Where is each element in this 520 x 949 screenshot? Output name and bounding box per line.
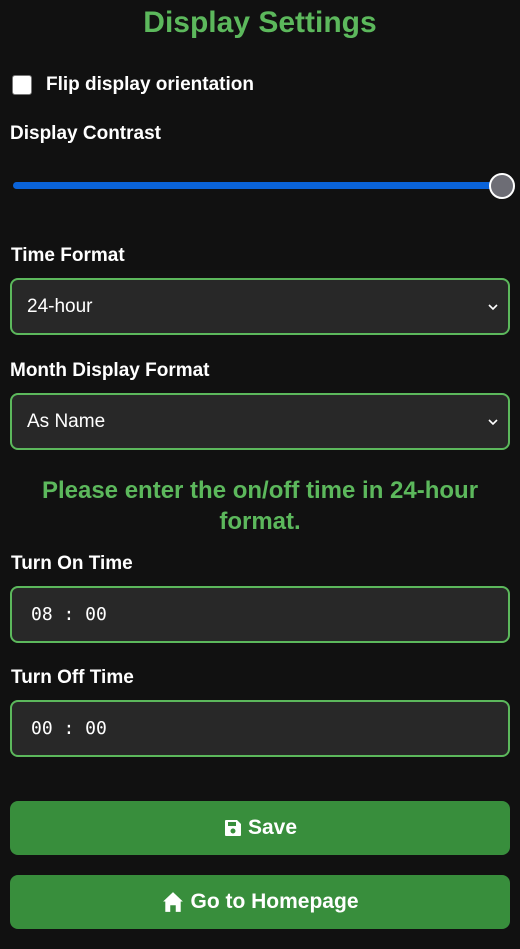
month-format-select[interactable]: As Name: [10, 393, 510, 450]
time-format-note: Please enter the on/off time in 24-hour …: [41, 477, 479, 535]
month-format-value: As Name: [27, 410, 106, 432]
turn-on-time-label: Turn On Time: [11, 553, 133, 574]
flip-orientation-checkbox[interactable]: [12, 75, 32, 95]
chevron-down-icon: [488, 418, 498, 425]
contrast-label: Display Contrast: [10, 123, 161, 144]
home-icon: [163, 892, 184, 912]
time-format-label: Time Format: [11, 245, 125, 266]
contrast-slider-track: [13, 182, 501, 189]
flip-orientation-label: Flip display orientation: [46, 74, 254, 95]
turn-off-time-value: 00 : 00: [31, 718, 107, 739]
homepage-button-label: Go to Homepage: [190, 890, 359, 913]
turn-off-time-input[interactable]: 00 : 00: [10, 700, 510, 757]
save-button-label: Save: [247, 816, 298, 839]
time-format-value: 24-hour: [27, 295, 93, 317]
floppy-disk-icon: [224, 820, 241, 836]
contrast-slider[interactable]: [13, 173, 515, 199]
turn-off-time-label: Turn Off Time: [11, 667, 134, 688]
flip-orientation-row[interactable]: Flip display orientation: [12, 72, 254, 98]
homepage-button[interactable]: Go to Homepage: [10, 875, 510, 929]
page-title: Display Settings: [143, 6, 377, 39]
turn-on-time-input[interactable]: 08 : 00: [10, 586, 510, 643]
chevron-down-icon: [488, 303, 498, 310]
turn-on-time-value: 08 : 00: [31, 604, 107, 625]
month-format-label: Month Display Format: [10, 360, 210, 381]
save-button[interactable]: Save: [10, 801, 510, 855]
contrast-slider-thumb[interactable]: [489, 173, 515, 199]
time-format-select[interactable]: 24-hour: [10, 278, 510, 335]
